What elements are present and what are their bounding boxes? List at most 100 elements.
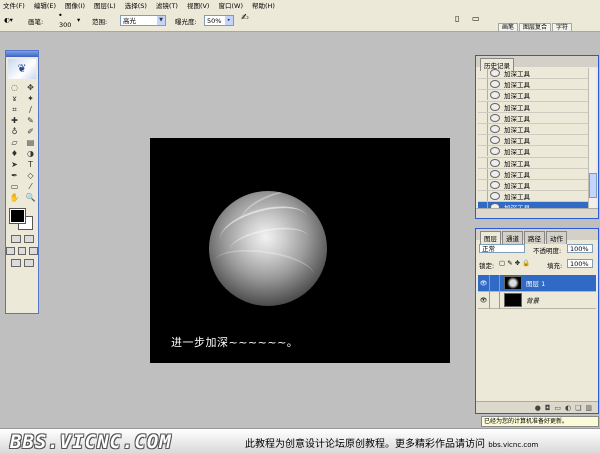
layer-mask-icon[interactable]: ◘	[545, 404, 551, 412]
history-item[interactable]: 加深工具	[478, 179, 588, 192]
magic-wand-tool-icon[interactable]: ✦	[23, 94, 38, 104]
brush-size[interactable]: 300	[59, 21, 71, 29]
brush-picker-icon[interactable]: ▾	[77, 16, 80, 24]
menu-image[interactable]: 图像(I)	[65, 0, 85, 10]
screen-mode-full-icon[interactable]	[29, 247, 39, 255]
eyedropper-tool-icon[interactable]: ⁄	[23, 182, 38, 192]
notes-tool-icon[interactable]: ▭	[7, 182, 22, 192]
document-icon[interactable]: ▯	[455, 14, 459, 23]
new-layer-icon[interactable]: ❑	[575, 404, 581, 412]
menu-help[interactable]: 帮助(H)	[252, 0, 275, 10]
lasso-tool-icon[interactable]: ɤ	[7, 94, 22, 104]
brush-link-icon[interactable]	[490, 274, 500, 292]
image-viewer-icon[interactable]	[10, 259, 21, 267]
exposure-field[interactable]: 50% ▸	[204, 15, 234, 26]
history-source-checkbox[interactable]	[478, 124, 488, 135]
history-item[interactable]: 加深工具	[478, 68, 588, 80]
history-source-checkbox[interactable]	[478, 157, 488, 168]
healing-brush-tool-icon[interactable]: ✚	[7, 116, 22, 126]
eye-icon[interactable]: 👁	[478, 274, 490, 292]
path-select-tool-icon[interactable]: ➤	[7, 160, 22, 170]
eraser-tool-icon[interactable]: ▱	[7, 138, 22, 148]
clone-stamp-tool-icon[interactable]: ♁	[7, 127, 22, 137]
photoshop-logo-icon[interactable]: ❦	[8, 59, 36, 79]
slice-tool-icon[interactable]: ∕	[23, 105, 38, 115]
zoom-tool-icon[interactable]: 🔍	[23, 193, 38, 203]
lock-icons[interactable]: ▢ ✎ ✥ 🔒	[499, 259, 530, 267]
history-item[interactable]: 加深工具	[478, 101, 588, 113]
history-source-checkbox[interactable]	[478, 191, 488, 202]
layer-row-background[interactable]: 👁 背景	[478, 291, 596, 309]
screen-mode-standard-icon[interactable]	[6, 247, 15, 255]
move-tool-icon[interactable]: ✥	[23, 83, 38, 93]
standard-mode-icon[interactable]	[10, 235, 21, 243]
new-set-icon[interactable]: ▭	[554, 404, 561, 412]
well-tab-layer-comps[interactable]: 图层复合	[518, 23, 551, 32]
foreground-color-swatch[interactable]	[9, 208, 26, 224]
adjustment-layer-icon[interactable]: ◐	[565, 404, 571, 412]
gradient-tool-icon[interactable]: ▤	[23, 138, 38, 148]
history-source-checkbox[interactable]	[478, 179, 488, 190]
trash-icon[interactable]: ▥	[585, 404, 592, 412]
fill-field[interactable]: 100%	[567, 259, 593, 268]
history-item[interactable]: 加深工具	[478, 79, 588, 91]
link-icon[interactable]	[490, 291, 500, 309]
menu-layer[interactable]: 图层(L)	[94, 0, 116, 10]
opacity-field[interactable]: 100%	[567, 244, 593, 253]
airbrush-icon[interactable]: ✍	[241, 13, 249, 23]
document-canvas[interactable]: 进一步加深~~~~~~。	[150, 138, 450, 363]
layer-style-icon[interactable]: ●	[535, 404, 541, 412]
history-item[interactable]: 加深工具	[478, 146, 588, 158]
menu-select[interactable]: 选择(S)	[125, 0, 147, 10]
blend-mode-select[interactable]: 正常	[479, 244, 525, 253]
shape-tool-icon[interactable]: ◇	[23, 171, 38, 181]
history-item[interactable]: 加深工具	[478, 90, 588, 102]
history-source-checkbox[interactable]	[478, 112, 488, 123]
type-tool-icon[interactable]: T	[23, 160, 38, 170]
menu-window[interactable]: 窗口(W)	[218, 0, 243, 10]
blur-tool-icon[interactable]: ♦	[7, 149, 22, 159]
burn-tool-icon[interactable]: ◑	[23, 149, 38, 159]
history-item[interactable]: 加深工具	[478, 124, 588, 136]
tab-layers[interactable]: 图层	[480, 231, 501, 244]
well-tab-character[interactable]: 字符	[551, 23, 572, 32]
range-select[interactable]: 高光 ▼	[120, 15, 166, 26]
jump-to-imageready-icon[interactable]	[23, 259, 34, 267]
hand-tool-icon[interactable]: ✋	[7, 193, 22, 203]
update-notice[interactable]: 已经为您的计算机准备好更新。	[481, 416, 599, 427]
history-item[interactable]: 加深工具	[478, 112, 588, 124]
menu-edit[interactable]: 编辑(E)	[34, 0, 56, 10]
toolbox-titlebar[interactable]	[6, 51, 38, 57]
history-source-checkbox[interactable]	[478, 90, 488, 101]
history-source-checkbox[interactable]	[478, 101, 488, 112]
history-item[interactable]: 加深工具	[478, 168, 588, 180]
tab-actions[interactable]: 动作	[546, 231, 567, 244]
eye-icon[interactable]: 👁	[478, 291, 490, 309]
history-item[interactable]: 加深工具	[478, 135, 588, 147]
history-source-checkbox[interactable]	[478, 135, 488, 146]
layer-name[interactable]: 图层 1	[526, 278, 545, 288]
burn-tool-preset-icon[interactable]: ◐▾	[4, 16, 13, 24]
menu-view[interactable]: 视图(V)	[187, 0, 210, 10]
pen-tool-icon[interactable]: ✒	[7, 171, 22, 181]
history-source-checkbox[interactable]	[478, 168, 488, 179]
tab-paths[interactable]: 路径	[524, 231, 545, 244]
crop-tool-icon[interactable]: ⌗	[7, 105, 22, 115]
history-scrollbar[interactable]	[588, 68, 597, 208]
menu-filter[interactable]: 滤镜(T)	[156, 0, 178, 10]
marquee-tool-icon[interactable]: ◌	[7, 83, 22, 93]
history-brush-tool-icon[interactable]: ✐	[23, 127, 38, 137]
screen-mode-menu-icon[interactable]	[17, 247, 27, 255]
layer-name[interactable]: 背景	[526, 295, 539, 305]
print-icon[interactable]: ▭	[472, 14, 480, 23]
quick-mask-mode-icon[interactable]	[23, 235, 34, 243]
layer-row-layer1[interactable]: 👁 图层 1	[478, 274, 596, 292]
history-source-checkbox[interactable]	[478, 146, 488, 157]
scroll-thumb[interactable]	[589, 173, 597, 198]
history-source-checkbox[interactable]	[478, 68, 488, 79]
tab-channels[interactable]: 通道	[502, 231, 523, 244]
history-item[interactable]: 加深工具	[478, 191, 588, 203]
well-tab-brushes[interactable]: 画笔	[497, 23, 518, 32]
history-source-checkbox[interactable]	[478, 79, 488, 90]
history-item[interactable]: 加深工具	[478, 157, 588, 169]
